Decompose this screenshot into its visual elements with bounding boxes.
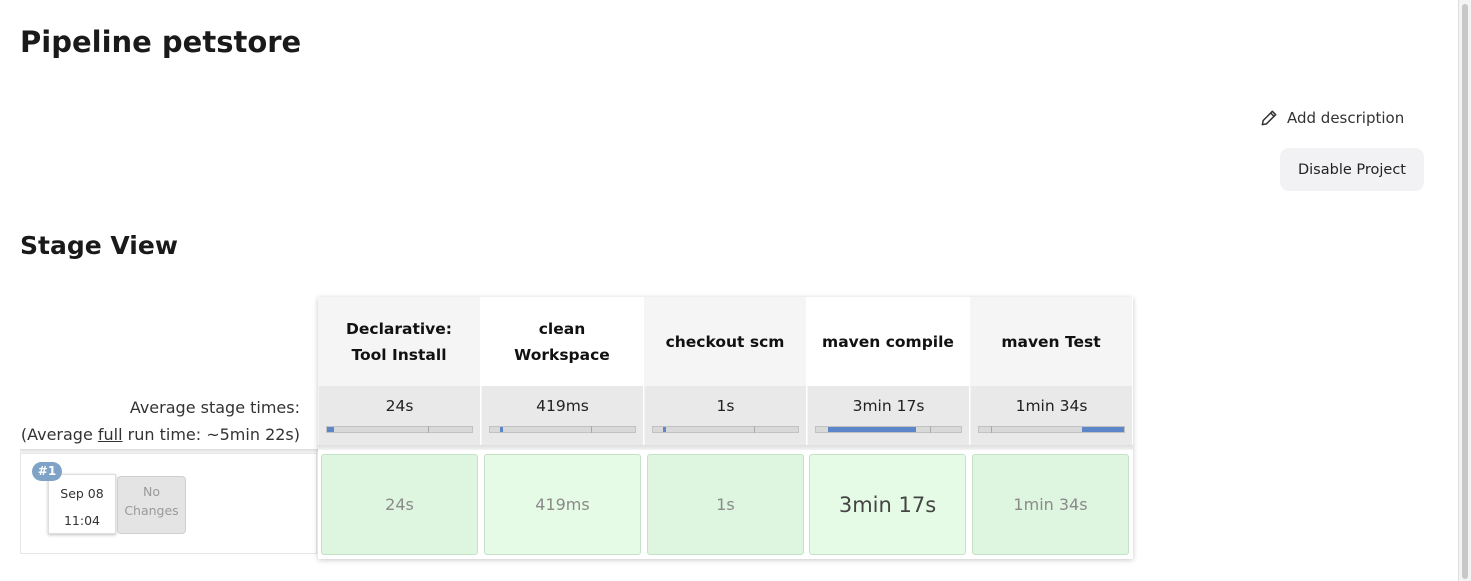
full-run-prefix: (Average bbox=[20, 425, 98, 444]
no-changes-box: No Changes bbox=[117, 476, 186, 534]
avg-time-bar bbox=[652, 426, 799, 433]
avg-time-bar bbox=[326, 426, 473, 433]
build-date-card[interactable]: Sep 08 11:04 bbox=[48, 474, 116, 534]
avg-time-value: 419ms bbox=[536, 397, 589, 415]
build-number-badge[interactable]: #1 bbox=[32, 462, 62, 481]
avg-time-value: 3min 17s bbox=[852, 397, 925, 415]
stage-run-cell-checkout-scm[interactable]: 1s bbox=[647, 454, 804, 555]
stage-header-maven-compile[interactable]: maven compile bbox=[807, 297, 969, 386]
scrollbar-thumb[interactable] bbox=[1462, 4, 1468, 579]
stage-run-cell-clean-workspace[interactable]: 419ms bbox=[484, 454, 641, 555]
page-title: Pipeline petstore bbox=[20, 25, 302, 59]
avg-time-bar-fill bbox=[828, 427, 916, 432]
avg-row-divider bbox=[318, 445, 1133, 450]
stage-header-maven-test[interactable]: maven Test bbox=[970, 297, 1132, 386]
avg-time-cell: 419ms bbox=[481, 386, 643, 450]
full-run-suffix: run time: ~5min 22s) bbox=[122, 425, 300, 444]
avg-time-bar-fill bbox=[500, 427, 503, 432]
build-time: 11:04 bbox=[63, 513, 101, 528]
avg-time-cell: 24s bbox=[318, 386, 480, 450]
add-description-link[interactable]: Add description bbox=[1259, 106, 1404, 130]
stage-view-table: Declarative: Tool Install clean Workspac… bbox=[318, 297, 1133, 559]
bar-tick bbox=[428, 426, 429, 433]
full-run-link[interactable]: full bbox=[98, 425, 123, 444]
avg-time-value: 1s bbox=[716, 397, 735, 415]
stage-run-cell-maven-test[interactable]: 1min 34s bbox=[972, 454, 1129, 555]
average-full-run-time-label: (Average full run time: ~5min 22s) bbox=[21, 425, 300, 444]
disable-project-button[interactable]: Disable Project bbox=[1280, 148, 1424, 191]
build-date: Sep 08 bbox=[60, 486, 104, 501]
bar-tick bbox=[754, 426, 755, 433]
avg-time-cell: 3min 17s bbox=[807, 386, 969, 450]
avg-time-bar bbox=[489, 426, 636, 433]
avg-time-cell: 1s bbox=[644, 386, 806, 450]
bar-tick bbox=[591, 426, 592, 433]
avg-time-bar bbox=[978, 426, 1125, 433]
avg-time-bar-fill bbox=[1082, 427, 1124, 432]
bar-tick bbox=[930, 426, 931, 433]
stage-run-cell-declarative-tool-install[interactable]: 24s bbox=[321, 454, 478, 555]
add-description-label: Add description bbox=[1287, 109, 1405, 127]
average-stage-times-label: Average stage times: bbox=[129, 398, 300, 417]
avg-time-value: 24s bbox=[385, 397, 414, 415]
pencil-icon bbox=[1261, 110, 1277, 126]
bar-tick bbox=[991, 426, 992, 433]
avg-time-cell: 1min 34s bbox=[970, 386, 1132, 450]
stage-header-checkout-scm[interactable]: checkout scm bbox=[644, 297, 806, 386]
avg-time-value: 1min 34s bbox=[1015, 397, 1088, 415]
avg-time-bar-fill bbox=[663, 427, 666, 432]
avg-time-bar bbox=[815, 426, 962, 433]
stage-run-cell-maven-compile[interactable]: 3min 17s bbox=[809, 454, 966, 555]
avg-time-bar-fill bbox=[327, 427, 334, 432]
stage-header-clean-workspace[interactable]: clean Workspace bbox=[481, 297, 643, 386]
stage-view-title: Stage View bbox=[20, 231, 178, 260]
stage-header-declarative-tool-install[interactable]: Declarative: Tool Install bbox=[318, 297, 480, 386]
